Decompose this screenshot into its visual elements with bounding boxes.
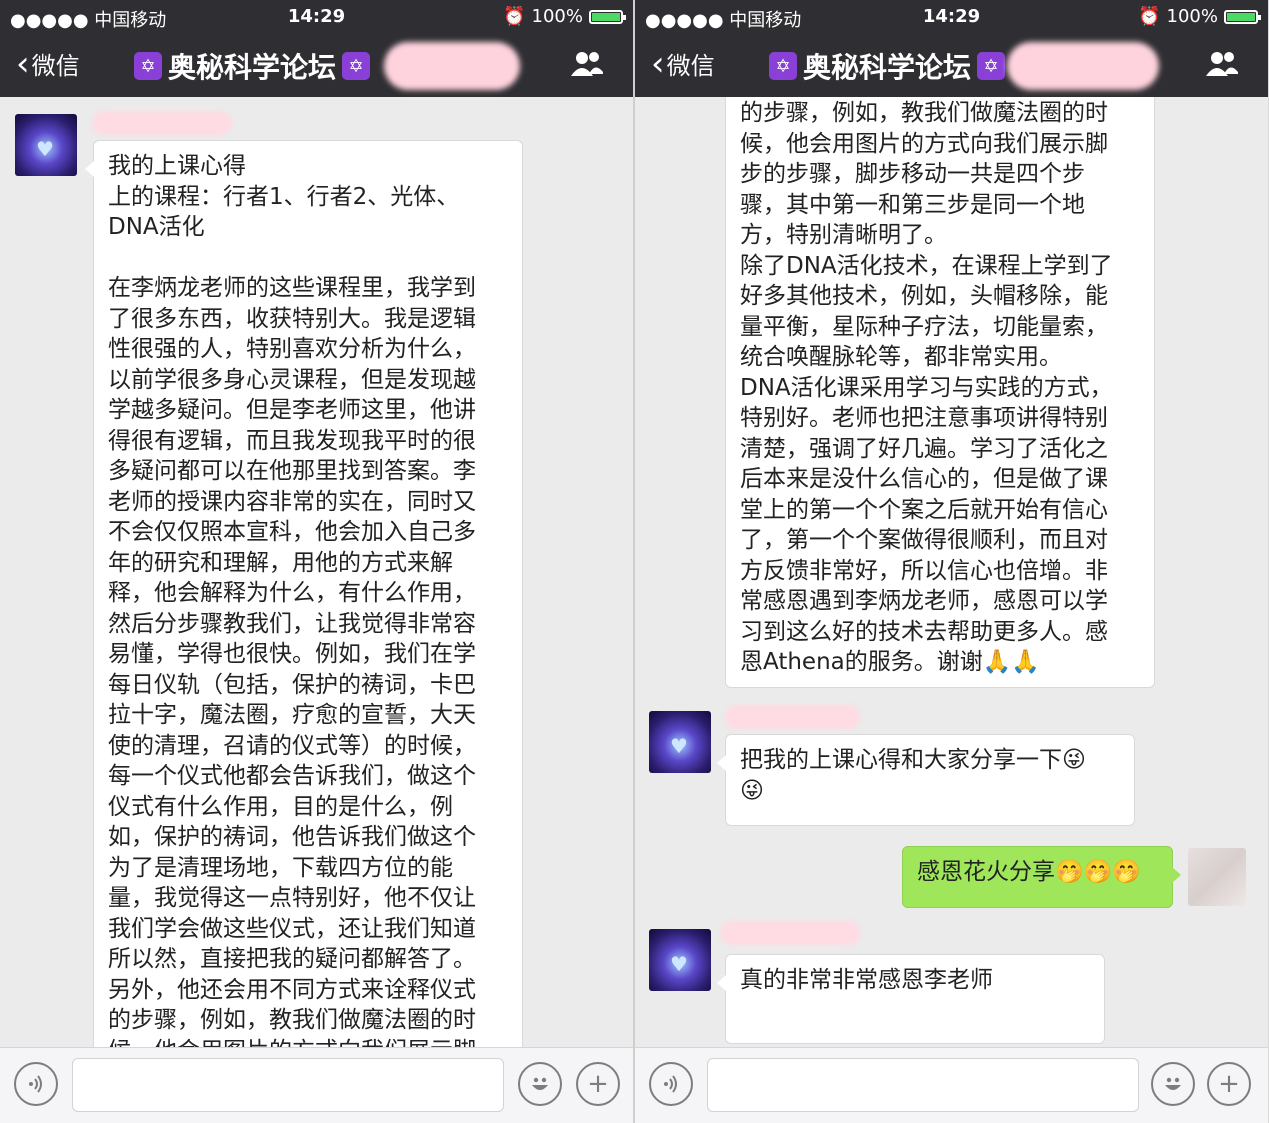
input-bar: + bbox=[0, 1047, 633, 1123]
message-bubble[interactable]: 我的上课心得 上的课程：行者1、行者2、光体、 DNA活化 在李炳龙老师的这些课… bbox=[85, 140, 523, 1047]
redacted-title-blob bbox=[1007, 42, 1159, 90]
chat-area[interactable]: ♥ 我的上课心得 上的课程：行者1、行者2、光体、 DNA活化 在李炳龙老师的这… bbox=[0, 97, 633, 1047]
people-icon[interactable] bbox=[569, 50, 605, 82]
battery-icon bbox=[589, 9, 626, 24]
redacted-nickname bbox=[720, 921, 860, 945]
message-input[interactable] bbox=[707, 1058, 1139, 1112]
plus-icon[interactable]: + bbox=[1207, 1062, 1251, 1106]
status-right: ⏰ 100% bbox=[503, 6, 626, 27]
back-button[interactable]: ‹ 微信 bbox=[651, 46, 715, 81]
star-of-david-icon: ✡ bbox=[134, 52, 162, 80]
back-label: 微信 bbox=[31, 52, 80, 80]
my-avatar[interactable] bbox=[1188, 848, 1246, 906]
voice-icon[interactable] bbox=[14, 1062, 58, 1106]
chat-area[interactable]: 的步骤，例如，教我们做魔法圈的时 候，他会用图片的方式向我们展示脚 步的步骤，脚… bbox=[635, 97, 1268, 1047]
chat-title: ✡ 奥秘科学论坛 ✡ bbox=[134, 46, 371, 86]
screenshot-right: ●●●●● 中国移动 14:29 ⏰ 100% ‹ 微信 ✡ 奥秘科学论坛 ✡ … bbox=[635, 0, 1268, 1123]
chevron-left-icon: ‹ bbox=[651, 43, 665, 84]
emoji-icon[interactable] bbox=[1151, 1062, 1195, 1106]
emoji-icon[interactable] bbox=[518, 1062, 562, 1106]
star-of-david-icon: ✡ bbox=[977, 52, 1006, 80]
voice-icon[interactable] bbox=[649, 1062, 693, 1106]
chat-title-text: 奥秘科学论坛 bbox=[168, 51, 337, 84]
status-right: ⏰ 100% bbox=[1138, 6, 1261, 27]
message-input[interactable] bbox=[72, 1058, 504, 1112]
people-icon[interactable] bbox=[1204, 50, 1240, 82]
message-bubble[interactable]: 真的非常非常感恩李老师 bbox=[717, 954, 1105, 1044]
avatar[interactable]: ♥ bbox=[649, 711, 711, 773]
status-bar: ●●●●● 中国移动 14:29 ⏰ 100% bbox=[635, 0, 1268, 32]
chevron-left-icon: ‹ bbox=[16, 43, 30, 84]
avatar[interactable]: ♥ bbox=[15, 114, 77, 176]
input-bar: + bbox=[635, 1047, 1268, 1123]
message-bubble[interactable]: 把我的上课心得和大家分享一下😜 😜 bbox=[717, 734, 1135, 826]
battery-percent: 100% bbox=[531, 6, 583, 27]
battery-icon bbox=[1224, 9, 1261, 24]
chat-title: ✡ 奥秘科学论坛 ✡ bbox=[769, 46, 1006, 86]
redacted-title-blob bbox=[384, 42, 520, 90]
redacted-nickname bbox=[92, 111, 232, 135]
nav-bar: ‹ 微信 ✡ 奥秘科学论坛 ✡ bbox=[0, 32, 633, 97]
chat-title-text: 奥秘科学论坛 bbox=[803, 51, 972, 84]
status-bar: ●●●●● 中国移动 14:29 ⏰ 100% bbox=[0, 0, 633, 32]
my-message-bubble[interactable]: 感恩花火分享🤭🤭🤭 bbox=[902, 846, 1181, 908]
redacted-nickname bbox=[725, 705, 860, 729]
star-of-david-icon: ✡ bbox=[769, 52, 797, 80]
back-button[interactable]: ‹ 微信 bbox=[16, 46, 80, 81]
plus-icon[interactable]: + bbox=[576, 1062, 620, 1106]
nav-bar: ‹ 微信 ✡ 奥秘科学论坛 ✡ bbox=[635, 32, 1268, 97]
message-bubble[interactable]: 的步骤，例如，教我们做魔法圈的时 候，他会用图片的方式向我们展示脚 步的步骤，脚… bbox=[725, 97, 1155, 688]
avatar[interactable]: ♥ bbox=[649, 929, 711, 991]
back-label: 微信 bbox=[666, 52, 715, 80]
alarm-icon: ⏰ bbox=[1138, 6, 1161, 27]
battery-percent: 100% bbox=[1166, 6, 1218, 27]
alarm-icon: ⏰ bbox=[503, 6, 526, 27]
star-of-david-icon: ✡ bbox=[342, 52, 371, 80]
screenshot-left: ●●●●● 中国移动 14:29 ⏰ 100% ‹ 微信 ✡ 奥秘科学论坛 ✡ … bbox=[0, 0, 633, 1123]
